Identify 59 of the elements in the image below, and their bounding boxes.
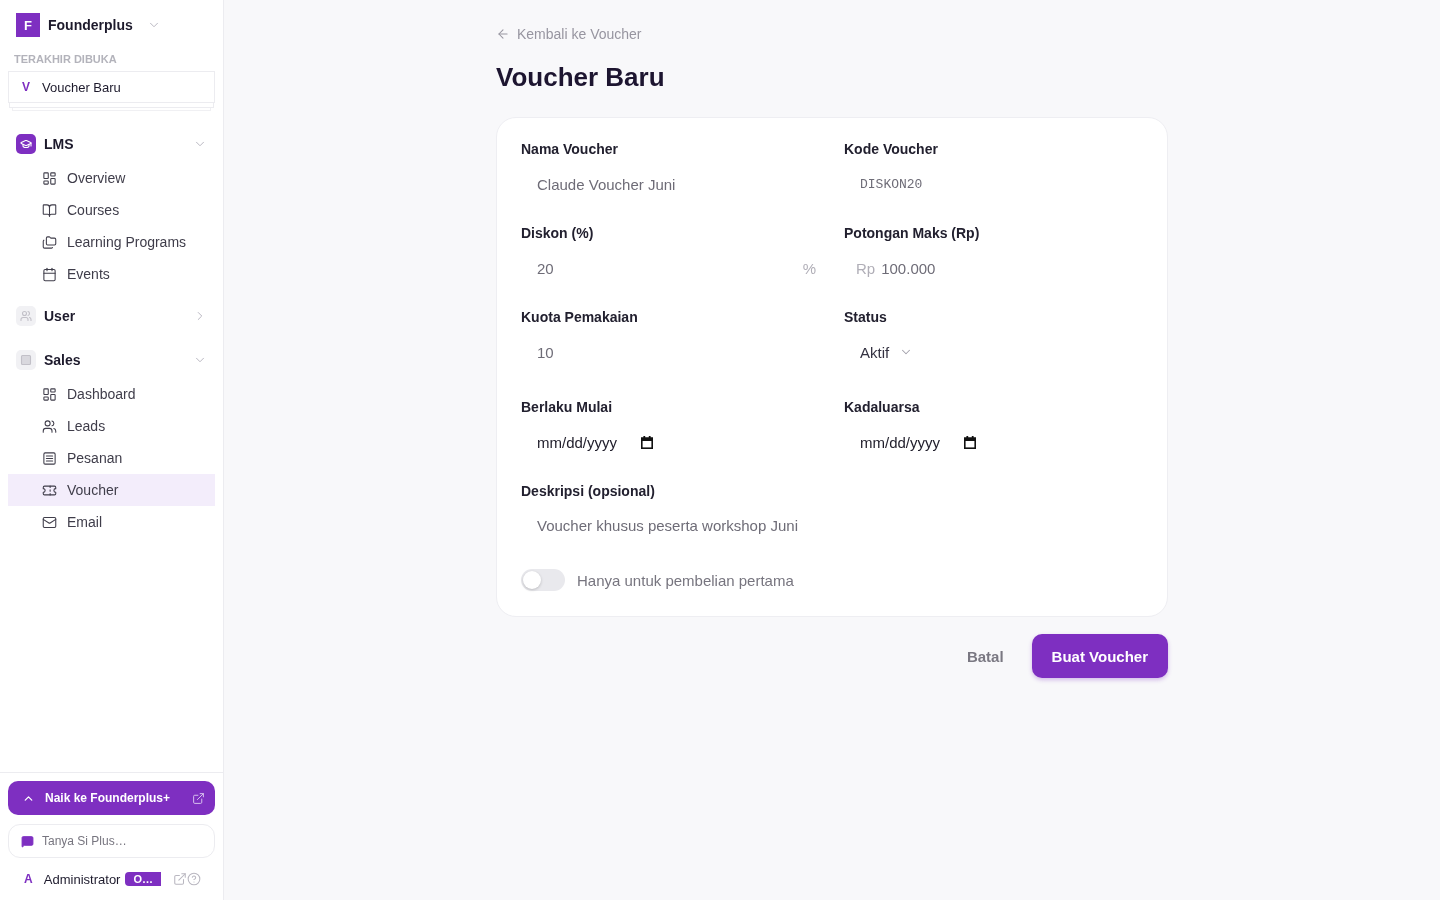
grid-icon <box>42 170 57 186</box>
nav-item[interactable]: Learning Programs <box>8 226 215 258</box>
folders-icon <box>42 234 57 250</box>
calendar-icon[interactable] <box>641 435 653 449</box>
user-name: Administrator <box>43 871 121 887</box>
workspace-switcher[interactable]: F Founderplus <box>16 13 161 37</box>
grid-icon <box>42 386 57 402</box>
field-label: Status <box>844 308 888 327</box>
calendar-icon[interactable] <box>964 435 976 449</box>
field-label: Kode Voucher <box>844 140 939 159</box>
percent-suffix: % <box>802 259 817 277</box>
nav-item[interactable]: Events <box>8 258 215 290</box>
field-label: Kadaluarsa <box>844 398 921 417</box>
description-field[interactable]: Voucher khusus peserta workshop Juni <box>521 506 1143 546</box>
number-field[interactable]: 20 <box>521 248 803 288</box>
nav-item[interactable]: Pesanan <box>8 442 215 474</box>
field-label: Berlaku Mulai <box>521 398 614 417</box>
ask-assistant-button[interactable]: Tanya Si Plus… <box>8 824 215 858</box>
nav-item[interactable]: Leads <box>8 410 215 442</box>
field-label: Diskon (%) <box>521 224 595 243</box>
nav-group[interactable]: LMS <box>0 128 223 160</box>
date-field[interactable]: mm/dd/yyyy <box>521 422 669 462</box>
calendar-icon <box>42 266 57 282</box>
nav-item[interactable]: Voucher <box>8 474 215 506</box>
toggle-switch[interactable] <box>521 569 565 591</box>
nav-item[interactable]: Email <box>8 506 215 538</box>
field-label: Potongan Maks (Rp) <box>844 224 981 243</box>
external-link-icon <box>192 791 205 805</box>
nav-item[interactable]: Overview <box>8 162 215 194</box>
mail-icon <box>42 514 57 530</box>
date-field[interactable]: mm/dd/yyyy <box>844 422 992 462</box>
field-label: Deskripsi (opsional) <box>521 482 656 501</box>
ticket-icon <box>42 482 57 498</box>
page-title: Voucher Baru <box>496 63 666 91</box>
external-link-icon[interactable] <box>173 872 187 886</box>
people-icon <box>42 418 57 434</box>
book-icon <box>42 202 57 218</box>
help-icon[interactable] <box>187 872 201 886</box>
text-field[interactable]: 10 <box>521 332 820 372</box>
amount-field[interactable]: 100.000 <box>875 248 1143 288</box>
field-label: Kuota Pemakaian <box>521 308 639 327</box>
status-select[interactable]: Aktif <box>844 332 930 372</box>
nav-item[interactable]: Courses <box>8 194 215 226</box>
nav-item[interactable]: Dashboard <box>8 378 215 410</box>
list-icon <box>42 450 57 466</box>
field-label: Nama Voucher <box>521 140 619 159</box>
upgrade-button[interactable]: Naik ke Founderplus+ <box>8 781 215 815</box>
role-tag: O… <box>125 872 161 886</box>
nav-group[interactable]: User <box>0 300 223 332</box>
cancel-button[interactable]: Batal <box>966 643 1004 669</box>
code-field[interactable]: DISKON20 <box>844 164 1143 204</box>
create-voucher-button[interactable]: Buat Voucher <box>1031 634 1168 678</box>
toggle-label: Hanya untuk pembelian pertama <box>577 571 794 589</box>
nav-group[interactable]: Sales <box>0 344 223 376</box>
section-heading: TERAKHIR DIBUKA <box>14 53 118 65</box>
user-initial: A <box>23 872 34 886</box>
text-field[interactable]: Claude Voucher Juni <box>521 164 820 204</box>
chat-icon <box>21 834 34 848</box>
currency-prefix: Rp <box>855 259 876 277</box>
